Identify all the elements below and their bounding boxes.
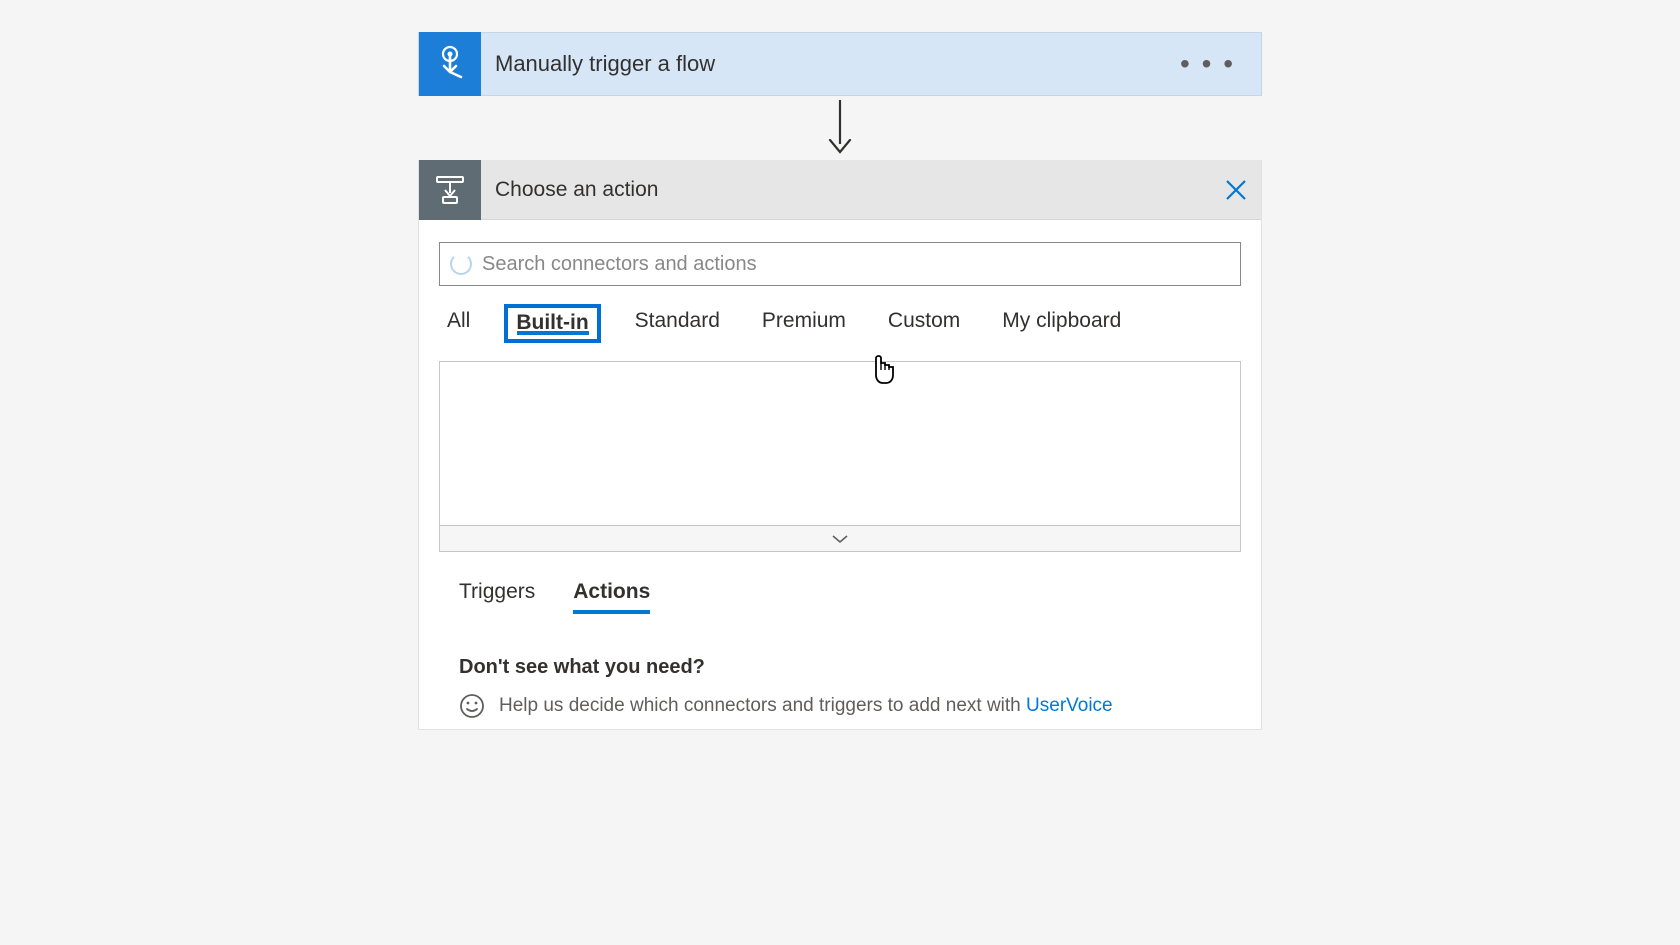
category-tab-premium[interactable]: Premium (754, 306, 854, 341)
category-tab-built-in[interactable]: Built-in (504, 304, 600, 343)
search-box[interactable] (439, 242, 1241, 286)
choose-action-icon (433, 173, 467, 207)
collapse-toggle[interactable] (439, 526, 1241, 552)
choose-action-header: Choose an action (419, 160, 1261, 220)
connectors-grid (439, 361, 1241, 526)
trigger-card[interactable]: Manually trigger a flow • • • (418, 32, 1262, 96)
help-text: Help us decide which connectors and trig… (499, 695, 1113, 717)
choose-action-card: Choose an action All Built-in Standard P… (418, 160, 1262, 730)
search-row (419, 220, 1261, 286)
trigger-title: Manually trigger a flow (481, 51, 1154, 77)
help-section: Don't see what you need? Help us decide … (419, 614, 1261, 729)
help-row: Help us decide which connectors and trig… (459, 693, 1241, 719)
arrow-down-icon (825, 100, 855, 156)
manual-trigger-icon (432, 44, 468, 84)
choose-action-icon-box (419, 160, 481, 220)
category-tab-standard[interactable]: Standard (627, 306, 728, 341)
more-options-button[interactable]: • • • (1154, 50, 1261, 78)
triggers-actions-tabs: Triggers Actions (419, 552, 1261, 614)
search-loading-spinner-icon (450, 253, 472, 275)
trigger-icon-box (419, 32, 481, 96)
chevron-down-icon (831, 534, 849, 544)
category-tab-all[interactable]: All (439, 306, 478, 341)
smiley-icon (459, 693, 485, 719)
category-tabs: All Built-in Standard Premium Custom My … (419, 286, 1261, 343)
close-button[interactable] (1211, 179, 1261, 201)
flow-connector (418, 96, 1262, 160)
tab-actions[interactable]: Actions (573, 580, 650, 614)
category-tab-custom[interactable]: Custom (880, 306, 968, 341)
search-input[interactable] (472, 253, 1230, 276)
help-title: Don't see what you need? (459, 656, 1241, 679)
uservoice-link[interactable]: UserVoice (1026, 695, 1113, 716)
tab-triggers[interactable]: Triggers (459, 580, 535, 614)
choose-action-title: Choose an action (481, 178, 1211, 202)
category-tab-my-clipboard[interactable]: My clipboard (994, 306, 1129, 341)
close-icon (1225, 179, 1247, 201)
flow-designer-container: Manually trigger a flow • • • Choose an … (418, 32, 1262, 730)
